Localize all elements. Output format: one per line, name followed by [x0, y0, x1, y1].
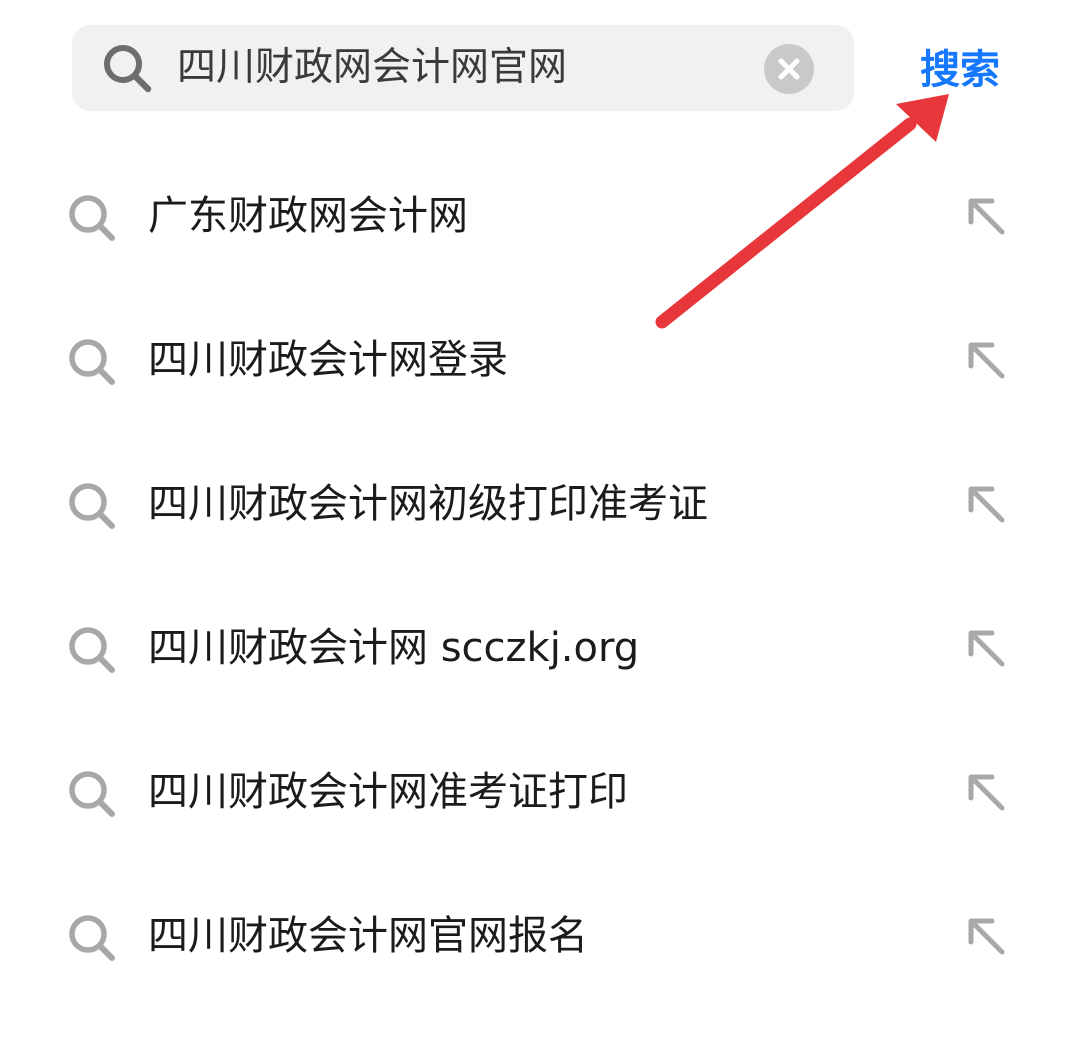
- arrow-up-left-icon[interactable]: [962, 336, 1010, 384]
- suggestion-item[interactable]: 四川财政会计网 scczkj.org: [0, 577, 1080, 721]
- arrow-up-left-icon[interactable]: [962, 480, 1010, 528]
- search-input[interactable]: [177, 25, 747, 111]
- search-icon: [66, 912, 118, 964]
- suggestion-label: 四川财政会计网官网报名: [148, 913, 588, 959]
- clear-button[interactable]: [764, 44, 814, 94]
- suggestion-label: 四川财政会计网准考证打印: [148, 769, 628, 815]
- suggestion-label: 广东财政网会计网: [148, 193, 468, 239]
- search-icon: [66, 336, 118, 388]
- suggestion-item[interactable]: 广东财政网会计网: [0, 145, 1080, 289]
- suggestion-item[interactable]: 四川财政会计网初级打印准考证: [0, 433, 1080, 577]
- suggestion-item[interactable]: 四川财政会计网登录: [0, 289, 1080, 433]
- arrow-up-left-icon[interactable]: [962, 624, 1010, 672]
- suggestion-label: 四川财政会计网 scczkj.org: [148, 625, 640, 671]
- search-icon: [66, 192, 118, 244]
- suggestion-item[interactable]: 四川财政会计网官网报名: [0, 865, 1080, 1009]
- arrow-up-left-icon[interactable]: [962, 912, 1010, 960]
- search-icon: [66, 768, 118, 820]
- arrow-up-left-icon[interactable]: [962, 192, 1010, 240]
- search-button[interactable]: 搜索: [920, 40, 1000, 100]
- close-icon: [778, 58, 800, 80]
- suggestion-item[interactable]: 四川财政会计网准考证打印: [0, 721, 1080, 865]
- suggestion-list: 广东财政网会计网 四川财政会计网登录 四川财政会计网初级打印准考证 四川财政会计…: [0, 145, 1080, 1009]
- search-icon: [100, 41, 154, 95]
- suggestion-label: 四川财政会计网初级打印准考证: [148, 481, 708, 527]
- search-icon: [66, 624, 118, 676]
- suggestion-label: 四川财政会计网登录: [148, 337, 508, 383]
- arrow-up-left-icon[interactable]: [962, 768, 1010, 816]
- search-icon: [66, 480, 118, 532]
- search-bar[interactable]: [72, 25, 854, 111]
